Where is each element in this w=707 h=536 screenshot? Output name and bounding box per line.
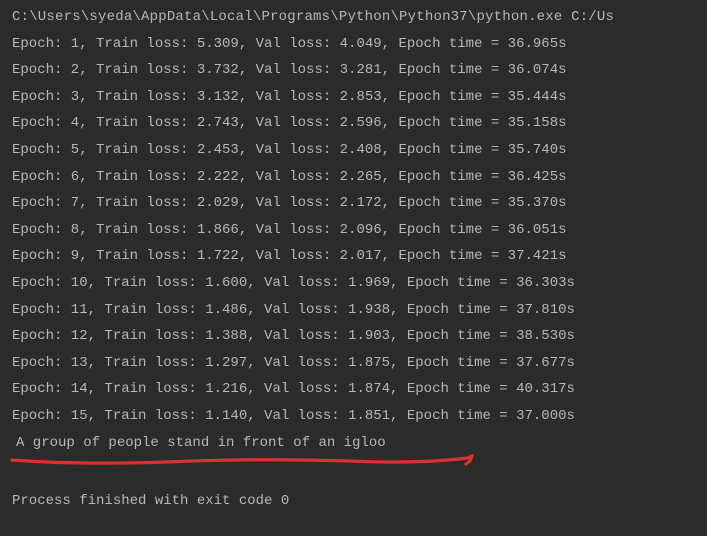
epoch-line: Epoch: 4, Train loss: 2.743, Val loss: 2… [12, 110, 695, 137]
caption-text: A group of people stand in front of an i… [16, 435, 386, 451]
epoch-line: Epoch: 9, Train loss: 1.722, Val loss: 2… [12, 243, 695, 270]
epoch-line: Epoch: 2, Train loss: 3.732, Val loss: 3… [12, 57, 695, 84]
epoch-line: Epoch: 11, Train loss: 1.486, Val loss: … [12, 297, 695, 324]
epoch-line: Epoch: 6, Train loss: 2.222, Val loss: 2… [12, 164, 695, 191]
annotation-underline-icon [10, 452, 475, 470]
epoch-lines: Epoch: 1, Train loss: 5.309, Val loss: 4… [12, 31, 695, 430]
epoch-line: Epoch: 1, Train loss: 5.309, Val loss: 4… [12, 31, 695, 58]
epoch-line: Epoch: 8, Train loss: 1.866, Val loss: 2… [12, 217, 695, 244]
generated-caption: A group of people stand in front of an i… [12, 430, 386, 463]
command-line: C:\Users\syeda\AppData\Local\Programs\Py… [12, 4, 695, 31]
epoch-line: Epoch: 5, Train loss: 2.453, Val loss: 2… [12, 137, 695, 164]
process-exit-line: Process finished with exit code 0 [12, 488, 695, 515]
console-output: C:\Users\syeda\AppData\Local\Programs\Py… [12, 4, 695, 515]
epoch-line: Epoch: 12, Train loss: 1.388, Val loss: … [12, 323, 695, 350]
epoch-line: Epoch: 14, Train loss: 1.216, Val loss: … [12, 376, 695, 403]
epoch-line: Epoch: 7, Train loss: 2.029, Val loss: 2… [12, 190, 695, 217]
epoch-line: Epoch: 15, Train loss: 1.140, Val loss: … [12, 403, 695, 430]
epoch-line: Epoch: 3, Train loss: 3.132, Val loss: 2… [12, 84, 695, 111]
epoch-line: Epoch: 10, Train loss: 1.600, Val loss: … [12, 270, 695, 297]
epoch-line: Epoch: 13, Train loss: 1.297, Val loss: … [12, 350, 695, 377]
